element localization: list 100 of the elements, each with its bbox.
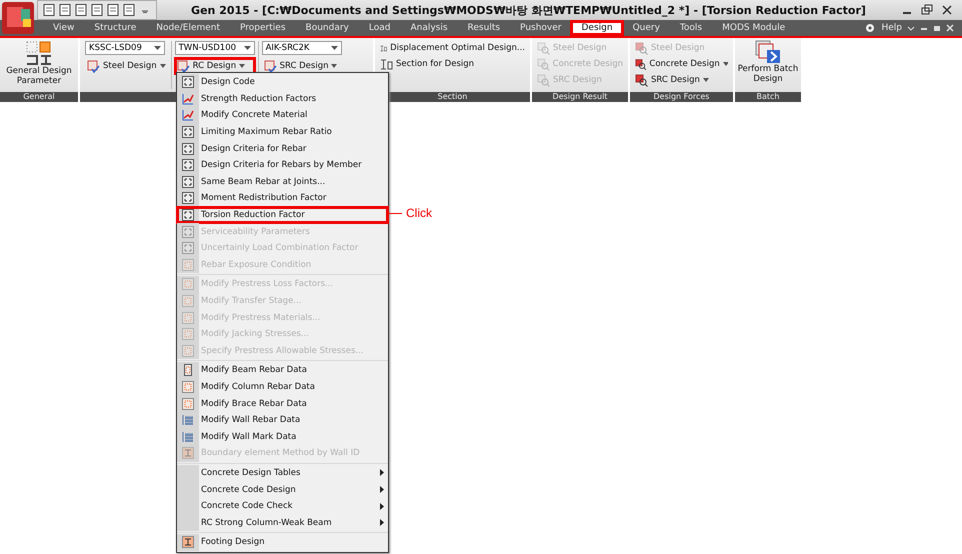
submenu-arrow-icon xyxy=(380,519,384,526)
grid-square-icon xyxy=(182,380,194,393)
ribbon-tab[interactable]: Pushover xyxy=(510,21,572,35)
leader-line xyxy=(388,212,402,214)
app-logo[interactable] xyxy=(1,1,35,35)
menu-item[interactable]: Same Beam Rebar at Joints... xyxy=(177,174,388,190)
ribbon-tab[interactable]: Design xyxy=(571,21,623,35)
group-label: Design Result xyxy=(532,92,628,102)
ribbon-tab[interactable]: MODS Module xyxy=(712,21,796,35)
submenu-item[interactable]: Concrete Design Tables xyxy=(177,464,388,482)
beam-icon xyxy=(182,364,194,376)
frame-icon xyxy=(182,159,194,172)
group-label: Batch xyxy=(735,92,801,102)
menu-item[interactable]: Modify Brace Rebar Data xyxy=(177,395,388,412)
frame-icon xyxy=(182,209,194,222)
submenu-item[interactable]: Concrete Code Design xyxy=(177,481,388,498)
help-button[interactable]: Help xyxy=(881,23,902,33)
design-icon xyxy=(264,60,277,72)
ribbon-tab[interactable]: Boundary xyxy=(296,21,359,35)
group-label: Design Forces xyxy=(630,92,733,102)
grid-square-icon xyxy=(182,278,194,290)
general-design-parameter-button[interactable]: General Design Parameter xyxy=(2,40,76,86)
frame-icon xyxy=(182,226,194,238)
menu-item[interactable]: Moment Redistribution Factor xyxy=(177,190,388,207)
grid-square-icon xyxy=(182,398,194,410)
ribbon-tab[interactable]: Properties xyxy=(230,21,296,35)
menu-item[interactable]: Design Criteria for Rebars by Member xyxy=(177,156,388,174)
forces-button[interactable]: SRC Design xyxy=(633,72,730,88)
magnifier-icon xyxy=(635,74,648,86)
grid-square-icon xyxy=(182,258,194,271)
code-dropdown[interactable]: AIK-SRC2K xyxy=(262,41,342,55)
window-title: Gen 2015 - [C:₩Documents and Settings₩MODS₩바탕 화면₩TEMP₩Untitled_2 *] - [Torsion Reduction Factor] xyxy=(190,2,867,18)
frame-icon xyxy=(182,76,194,88)
menu-item[interactable]: Modify Column Rebar Data xyxy=(177,378,388,396)
design-icon xyxy=(87,60,100,72)
magnifier-icon xyxy=(537,42,550,54)
magnifier-icon xyxy=(635,58,646,70)
caret-icon xyxy=(330,46,338,50)
section-button[interactable]: Displacement Optimal Design... xyxy=(378,40,527,56)
annotation-label: Click xyxy=(406,206,432,220)
wall-grid-icon xyxy=(182,430,194,443)
design-menu-button[interactable]: SRC Design xyxy=(262,58,342,74)
frame-icon xyxy=(182,242,194,254)
magnifier-icon xyxy=(635,42,648,54)
caret-icon xyxy=(722,62,728,66)
ribbon-tab[interactable]: Analysis xyxy=(400,21,458,35)
perform-batch-design-button[interactable]: Perform Batch Design xyxy=(731,40,805,84)
menu-item[interactable]: Modify Concrete Material xyxy=(177,107,388,124)
footing-icon xyxy=(182,447,194,460)
restore-icon[interactable] xyxy=(933,24,941,32)
ribbon-tab[interactable]: Node/Element xyxy=(146,21,230,35)
chart-icon xyxy=(182,92,194,105)
grid-square-icon xyxy=(182,328,194,340)
ribbon-tab[interactable]: Structure xyxy=(84,21,146,35)
close-icon[interactable] xyxy=(940,4,954,16)
new-file-icon[interactable] xyxy=(42,3,56,17)
design-icon xyxy=(176,60,190,72)
menu-item[interactable]: Design Code xyxy=(177,74,388,91)
caret-icon xyxy=(244,46,251,50)
menu-item[interactable]: Modify Wall Mark Data xyxy=(177,428,388,446)
submenu-arrow-icon xyxy=(380,469,384,476)
section-button[interactable]: Section for Design xyxy=(378,56,527,72)
ribbon-tab[interactable]: Results xyxy=(458,21,510,35)
chart-icon xyxy=(182,109,194,122)
magnifier-icon xyxy=(537,74,550,86)
code-dropdown[interactable]: TWN-USD100 xyxy=(174,41,255,55)
help-icon[interactable] xyxy=(864,22,876,34)
code-dropdown[interactable]: KSSC-LSD09 xyxy=(85,41,165,55)
caret-icon xyxy=(702,78,709,82)
footing-icon xyxy=(182,536,194,548)
frame-icon xyxy=(182,192,194,204)
group-label: General xyxy=(0,92,78,102)
submenu-item[interactable]: Concrete Code Check xyxy=(177,498,388,514)
caret-icon xyxy=(331,64,338,68)
forces-button[interactable]: Concrete Design xyxy=(633,56,730,72)
ribbon-tab[interactable]: Tools xyxy=(670,21,712,35)
magnifier-icon xyxy=(537,58,550,70)
ribbon-tab[interactable]: View xyxy=(43,21,84,35)
caret-icon xyxy=(239,64,246,68)
submenu-item[interactable]: RC Strong Column-Weak Beam xyxy=(177,514,388,532)
ribbon-tab[interactable]: Load xyxy=(358,21,400,35)
restore-icon[interactable] xyxy=(920,4,934,16)
menu-item[interactable]: Torsion Reduction Factor xyxy=(177,206,388,224)
parameter-icon xyxy=(25,40,53,66)
batch-icon xyxy=(755,40,781,64)
design-menu-button[interactable]: RC Design xyxy=(174,58,255,74)
menu-item[interactable]: Footing Design xyxy=(177,534,388,551)
caret-icon xyxy=(160,64,166,68)
menu-item[interactable]: Modify Beam Rebar Data xyxy=(177,362,388,379)
menu-item[interactable]: Design Criteria for Rebar xyxy=(177,140,388,157)
submenu-arrow-icon xyxy=(380,502,384,510)
document-icon[interactable] xyxy=(74,3,88,17)
caret-icon[interactable] xyxy=(907,24,915,32)
grid-square-icon xyxy=(182,295,194,308)
ribbon-tab[interactable]: Query xyxy=(622,21,670,35)
wall-grid-icon xyxy=(182,414,194,426)
close-icon[interactable] xyxy=(946,24,954,32)
menu-item[interactable]: Modify Wall Rebar Data xyxy=(177,412,388,428)
menu-item[interactable]: Limiting Maximum Rebar Ratio xyxy=(177,124,388,140)
design-menu-button[interactable]: Steel Design xyxy=(85,58,168,74)
